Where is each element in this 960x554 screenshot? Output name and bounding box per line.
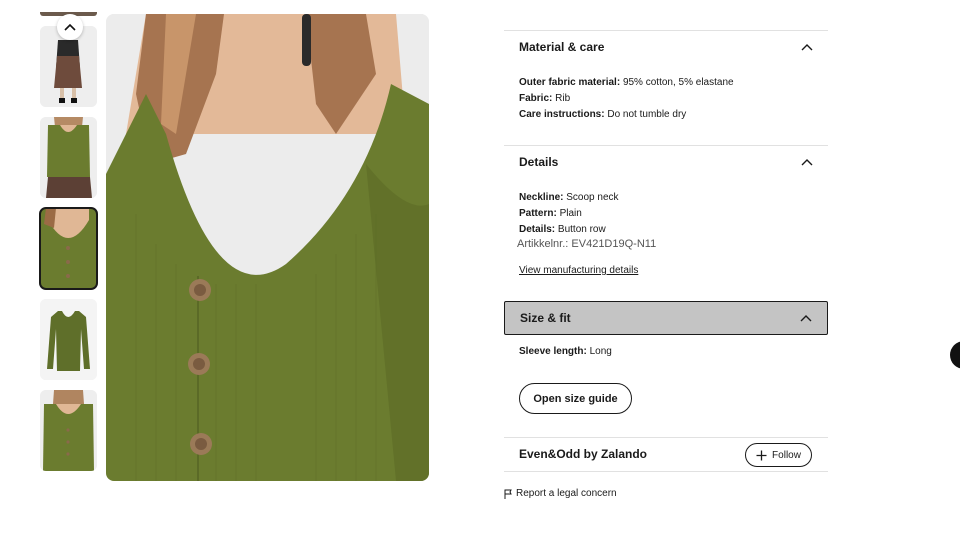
attribute-label: Fabric: bbox=[519, 93, 553, 104]
thumbnail-top-with-skirt[interactable] bbox=[40, 117, 97, 198]
open-size-guide-button[interactable]: Open size guide bbox=[519, 383, 632, 414]
thumbnail-model-front[interactable] bbox=[40, 390, 97, 471]
attribute-value: Rib bbox=[555, 93, 571, 104]
attribute-row: Sleeve length: Long bbox=[519, 345, 612, 359]
follow-brand-button[interactable]: Follow bbox=[745, 443, 812, 467]
gallery-scroll-up-button[interactable] bbox=[57, 14, 83, 40]
attribute-label: Pattern: bbox=[519, 208, 557, 219]
thumbnail-image bbox=[40, 390, 97, 471]
divider bbox=[504, 471, 828, 472]
accordion-title: Size & fit bbox=[520, 311, 571, 325]
chevron-up-icon bbox=[800, 315, 812, 322]
thumbnail-neckline-closeup[interactable] bbox=[39, 207, 98, 290]
accordion-size-fit-header[interactable]: Size & fit bbox=[504, 301, 828, 335]
attribute-row: Pattern: Plain bbox=[519, 207, 582, 221]
attribute-row: Fabric: Rib bbox=[519, 92, 570, 106]
thumbnail-product-flat[interactable] bbox=[40, 299, 97, 380]
report-label: Report a legal concern bbox=[516, 488, 617, 499]
product-photo-neckline bbox=[106, 14, 429, 481]
accordion-title: Details bbox=[519, 155, 559, 169]
attribute-label: Details: bbox=[519, 224, 556, 235]
follow-label: Follow bbox=[772, 449, 801, 461]
attribute-value: Plain bbox=[559, 208, 582, 219]
brand-name: Even&Odd by Zalando bbox=[519, 447, 648, 461]
chevron-up-icon bbox=[801, 159, 813, 166]
chevron-up-icon bbox=[64, 23, 76, 31]
attribute-row: Neckline: Scoop neck bbox=[519, 191, 619, 205]
thumbnail-image bbox=[40, 208, 97, 289]
thumbnail-image bbox=[40, 117, 97, 198]
thumbnail-image bbox=[40, 299, 97, 380]
view-manufacturing-details-link[interactable]: View manufacturing details bbox=[519, 265, 638, 276]
accordion-title: Material & care bbox=[519, 40, 605, 54]
attribute-row: Care instructions: Do not tumble dry bbox=[519, 108, 686, 122]
attribute-value: 95% cotton, 5% elastane bbox=[622, 77, 734, 88]
flag-icon bbox=[504, 489, 512, 499]
attribute-value: Scoop neck bbox=[566, 192, 619, 203]
article-number: Artikkelnr.: EV421D19Q-N11 bbox=[517, 238, 657, 250]
attribute-value: Do not tumble dry bbox=[607, 109, 687, 120]
attribute-label: Care instructions: bbox=[519, 109, 605, 120]
attribute-value: Button row bbox=[557, 224, 606, 235]
chevron-up-icon bbox=[801, 44, 813, 51]
attribute-row: Outer fabric material: 95% cotton, 5% el… bbox=[519, 76, 734, 90]
attribute-value: Long bbox=[589, 346, 612, 357]
accordion-details-header[interactable]: Details bbox=[504, 145, 828, 179]
plus-icon bbox=[756, 450, 767, 460]
attribute-label: Sleeve length: bbox=[519, 346, 587, 357]
accordion-material-care-header[interactable]: Material & care bbox=[504, 30, 828, 64]
floating-action-button[interactable] bbox=[950, 341, 960, 369]
main-product-image[interactable] bbox=[106, 14, 429, 481]
attribute-row: Details: Button row bbox=[519, 223, 606, 237]
report-legal-concern-link[interactable]: Report a legal concern bbox=[504, 488, 617, 499]
attribute-label: Outer fabric material: bbox=[519, 77, 621, 88]
divider bbox=[504, 437, 828, 438]
attribute-label: Neckline: bbox=[519, 192, 564, 203]
